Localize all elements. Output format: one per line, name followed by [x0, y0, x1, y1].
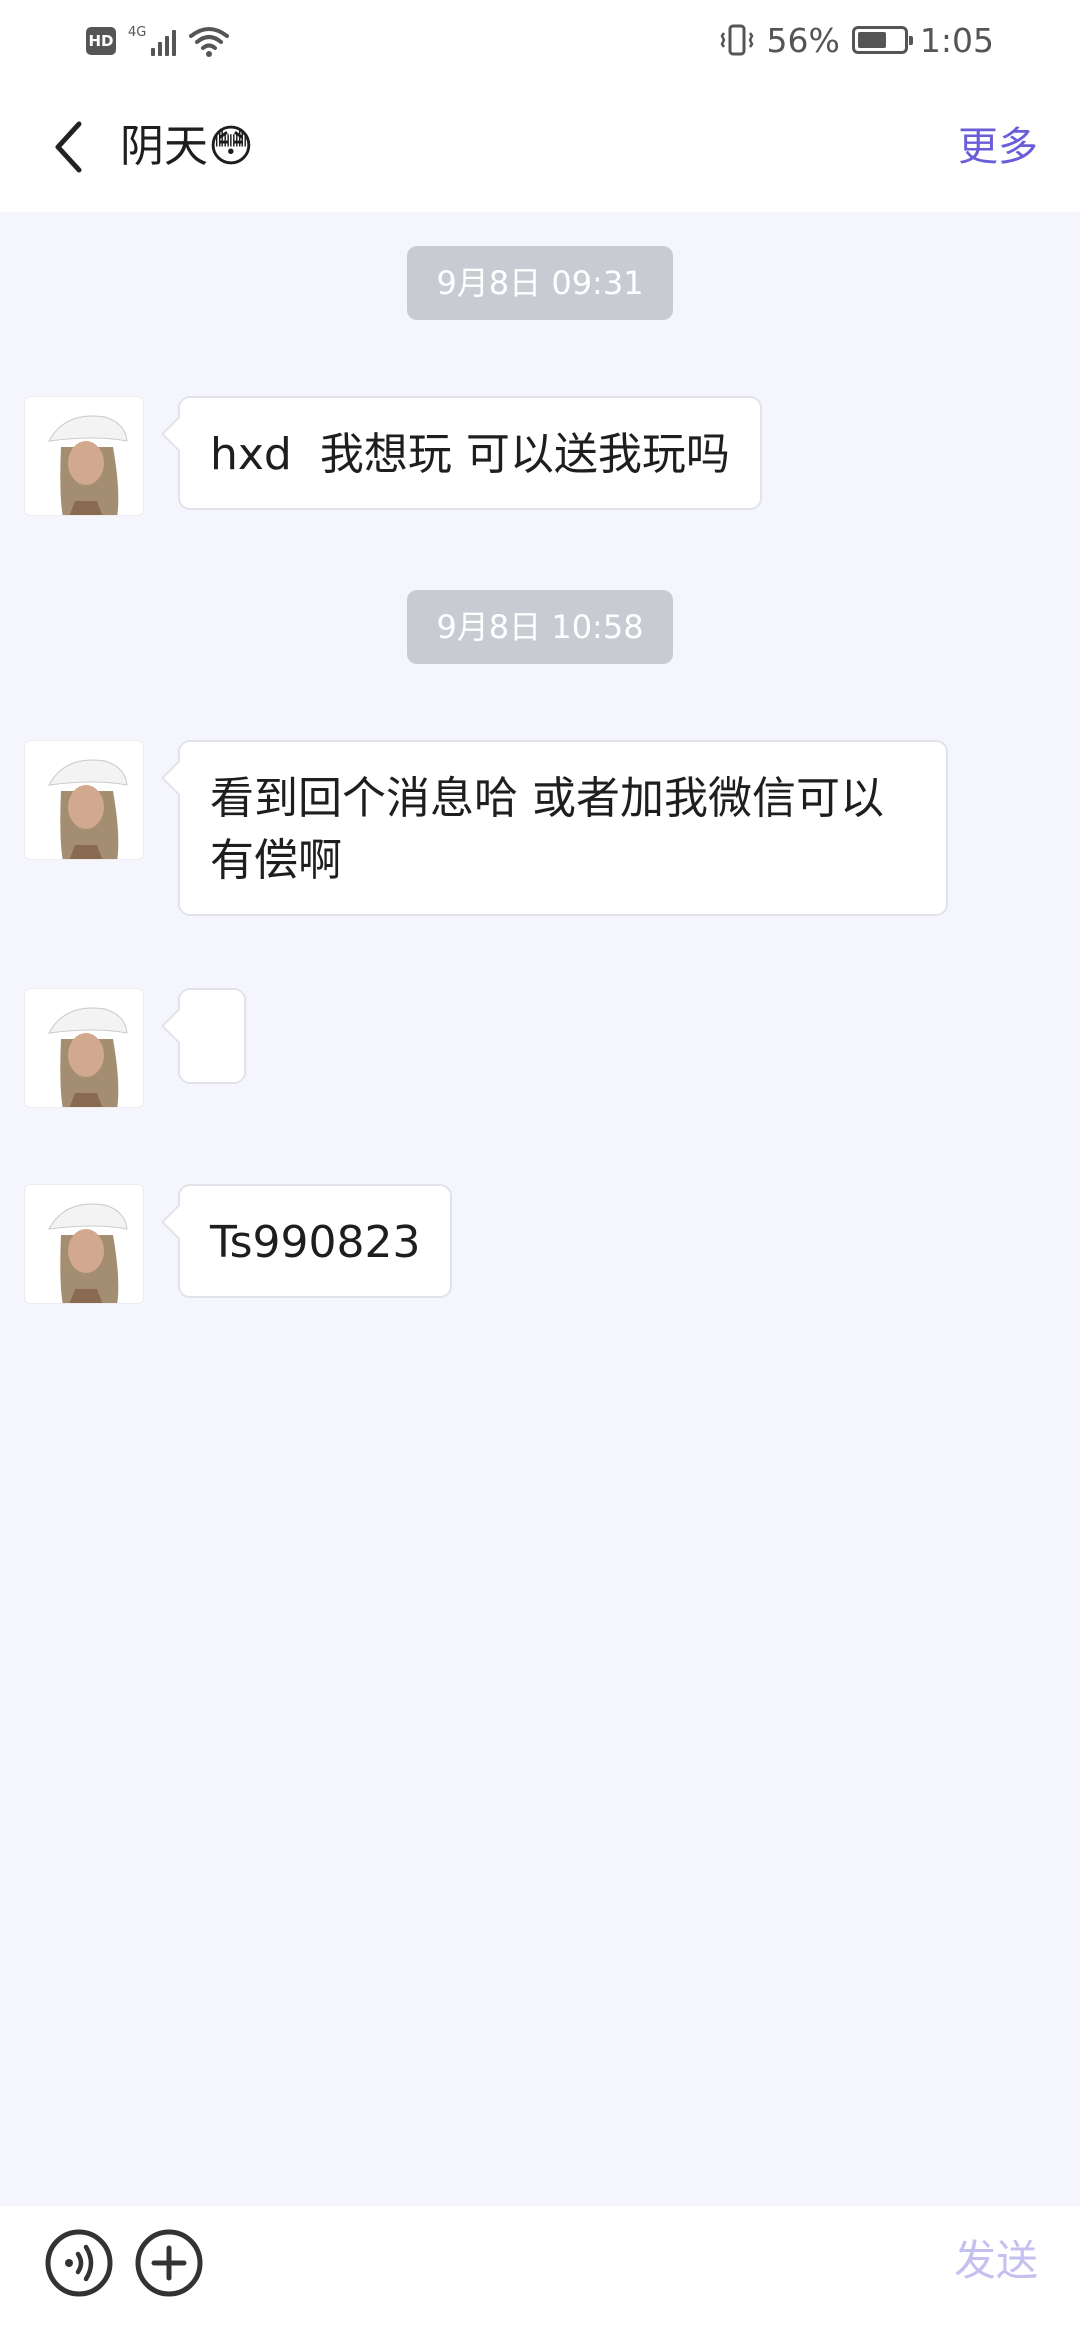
battery-icon — [851, 26, 913, 54]
chevron-left-icon — [55, 121, 82, 173]
vibrate-icon — [720, 24, 753, 56]
status-bar: HD 4G 56% 1:05 — [0, 0, 1080, 82]
plus-icon — [135, 2229, 203, 2297]
voice-icon — [45, 2229, 113, 2297]
message-bubble[interactable]: hxd 我想玩 可以送我玩吗 — [178, 396, 762, 510]
message-bubble[interactable]: Ts990823 — [178, 1184, 453, 1298]
message-text: hxd 我想玩 可以送我玩吗 — [210, 429, 730, 480]
battery-percent: 56% — [766, 20, 840, 60]
avatar-image — [25, 989, 143, 1107]
network-type: 4G — [128, 25, 147, 40]
back-button[interactable] — [40, 114, 96, 180]
voice-button[interactable] — [44, 2228, 114, 2298]
add-attachment-button[interactable] — [134, 2228, 204, 2298]
avatar-image — [25, 741, 143, 859]
message-bubble[interactable] — [178, 988, 246, 1084]
status-right: 56% 1:05 — [719, 18, 994, 62]
avatar[interactable] — [24, 740, 144, 860]
message-text: 看到回个消息哈 或者加我微信可以有偿啊 — [210, 773, 884, 886]
message-bubble[interactable]: 看到回个消息哈 或者加我微信可以有偿啊 — [178, 740, 948, 916]
timestamp-divider: 9月8日 10:58 — [407, 590, 673, 664]
avatar-image — [25, 1185, 143, 1303]
status-time: 1:05 — [919, 20, 994, 60]
avatar[interactable] — [24, 1184, 144, 1304]
wifi-icon — [189, 27, 230, 57]
message-text: Ts990823 — [210, 1217, 421, 1268]
input-bar: 发送 — [0, 2206, 1080, 2340]
status-left: HD 4G — [86, 22, 230, 60]
more-button[interactable]: 更多 — [958, 120, 1038, 174]
timestamp-divider: 9月8日 09:31 — [407, 246, 673, 320]
avatar[interactable] — [24, 988, 144, 1108]
hd-badge: HD — [86, 27, 116, 55]
contact-name: 阴天😳 — [120, 121, 254, 172]
avatar[interactable] — [24, 396, 144, 516]
send-button[interactable]: 发送 — [954, 2232, 1038, 2290]
chat-header: 阴天😳 更多 — [0, 82, 1080, 212]
cellular-signal-icon: 4G — [128, 25, 177, 56]
message-list[interactable]: 9月8日 09:31 hxd 我想玩 可以送我玩吗 9月8日 10:58 看到回… — [0, 212, 1080, 2206]
avatar-image — [25, 397, 143, 515]
